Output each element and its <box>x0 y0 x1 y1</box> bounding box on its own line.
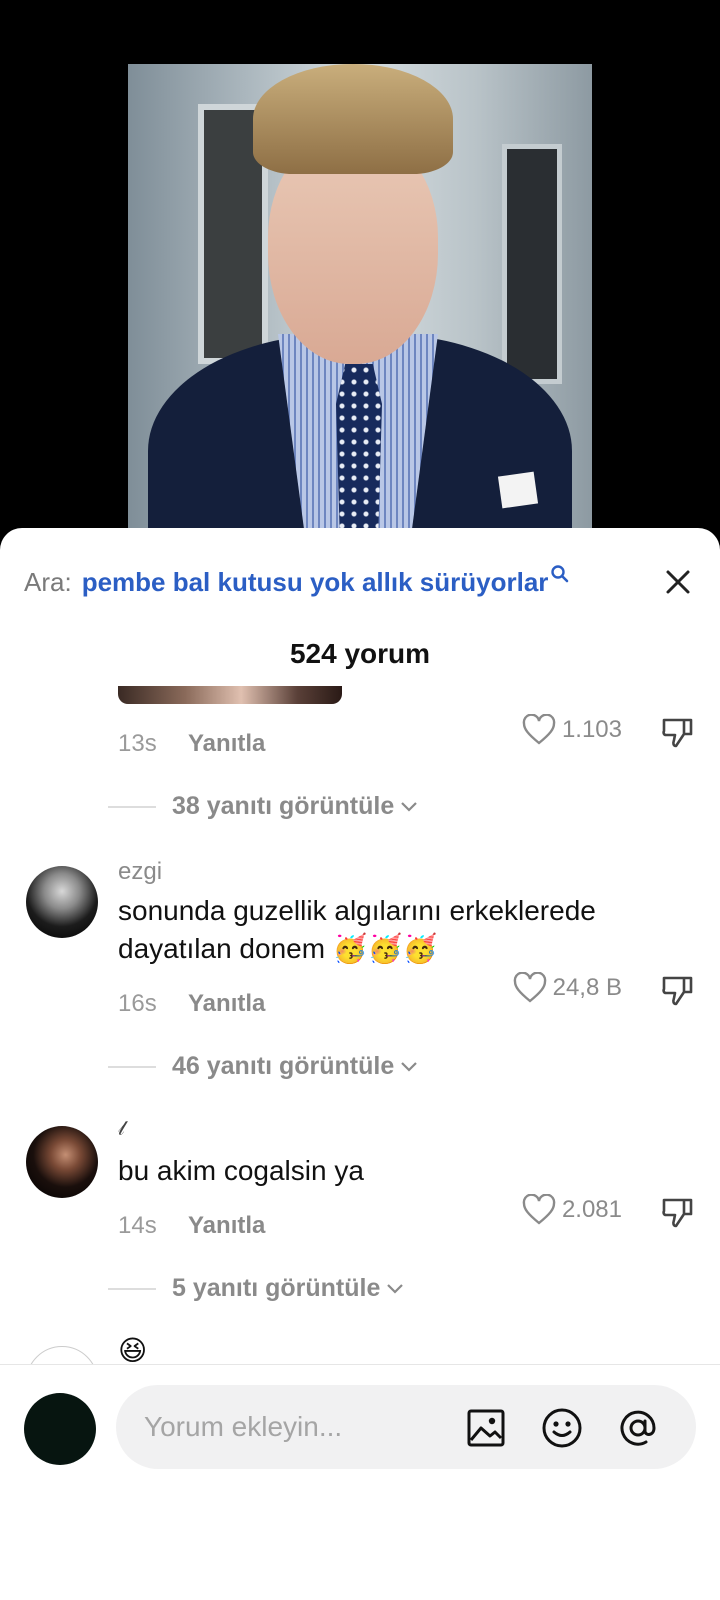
comment-text-line: sonunda guzellik algılarını erkeklerede <box>118 895 596 926</box>
comment-meta: 14s Yanıtla <box>118 1212 265 1240</box>
heart-icon <box>522 714 556 745</box>
dislike-icon[interactable] <box>660 1194 696 1230</box>
like-button[interactable]: 1.103 <box>522 714 622 746</box>
comment-input-placeholder: Yorum ekleyin... <box>144 1411 343 1442</box>
view-replies-button[interactable]: 5 yanıtı görüntüle <box>108 1274 404 1303</box>
comment-text: sonunda guzellik algılarını erkeklerede … <box>118 892 678 968</box>
comment-time: 16s <box>118 990 157 1017</box>
comment-meta: 13s Yanıtla <box>118 730 265 758</box>
view-replies-label: 46 yanıtı görüntüle <box>172 1052 395 1080</box>
comment-text: bu akim cogalsin ya <box>118 1155 364 1186</box>
video-player[interactable] <box>0 0 720 560</box>
my-avatar[interactable] <box>24 1393 96 1465</box>
heart-icon <box>513 972 546 1003</box>
reply-button[interactable]: Yanıtla <box>188 990 265 1018</box>
view-replies-label: 38 yanıtı görüntüle <box>172 792 395 820</box>
avatar[interactable] <box>26 1126 98 1198</box>
view-replies-label: 5 yanıtı görüntüle <box>172 1274 381 1302</box>
search-suggestion-row[interactable]: Ara: pembe bal kutusu yok allık sürüyorl… <box>24 562 696 602</box>
chevron-down-icon <box>401 1061 418 1072</box>
search-icon <box>551 565 569 583</box>
avatar[interactable] <box>26 1346 98 1366</box>
comment-username[interactable]: ezgi <box>118 858 162 886</box>
close-icon[interactable] <box>660 564 696 600</box>
reply-button[interactable]: Yanıtla <box>188 1212 265 1240</box>
like-count: 24,8 B <box>552 974 622 1001</box>
chevron-down-icon <box>401 801 418 812</box>
search-label: Ara: <box>24 566 72 597</box>
view-replies-button[interactable]: 46 yanıtı görüntüle <box>108 1052 418 1081</box>
heart-icon <box>522 1194 556 1225</box>
comment-count: 524 yorum <box>289 638 431 669</box>
reply-button[interactable]: Yanıtla <box>188 730 265 758</box>
like-button[interactable]: 24,8 B <box>513 972 622 1004</box>
search-query-link[interactable]: pembe bal kutusu yok allık sürüyorlar <box>82 567 549 598</box>
like-count: 2.081 <box>561 1196 622 1223</box>
avatar[interactable] <box>26 866 98 938</box>
comment-list[interactable]: 13s Yanıtla 1.103 38 yanıtı görüntüle ez… <box>0 686 720 1366</box>
comment-time: 13s <box>118 730 157 757</box>
comment-time: 14s <box>118 1212 157 1239</box>
like-button[interactable]: 2.081 <box>522 1194 622 1226</box>
dislike-icon[interactable] <box>660 714 696 750</box>
comment-meta: 16s Yanıtla <box>118 990 265 1018</box>
comment-emoji: 🥳🥳🥳 <box>332 933 438 964</box>
image-icon[interactable] <box>464 1406 508 1450</box>
video-frame <box>128 64 592 560</box>
comment-text-line: dayatılan donem <box>118 933 326 964</box>
dislike-icon[interactable] <box>660 972 696 1008</box>
mention-icon[interactable] <box>616 1406 660 1450</box>
comment-composer: Yorum ekleyin... <box>0 1364 720 1600</box>
comment-image[interactable] <box>118 686 342 704</box>
chevron-down-icon <box>387 1283 404 1294</box>
like-count: 1.103 <box>561 716 622 743</box>
comment-input[interactable]: Yorum ekleyin... <box>116 1385 696 1469</box>
comment-text: 😆 <box>118 1335 148 1366</box>
view-replies-button[interactable]: 38 yanıtı görüntüle <box>108 792 418 821</box>
comment-username[interactable]: 𝓁 <box>118 1118 125 1141</box>
emoji-icon[interactable] <box>540 1406 584 1450</box>
